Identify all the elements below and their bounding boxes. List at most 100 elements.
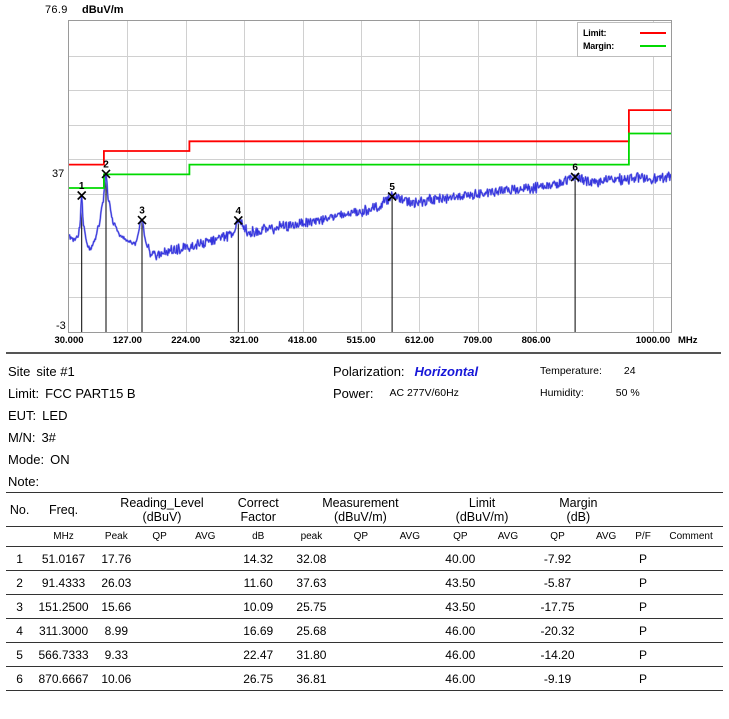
cell-lqp: 46.00 (434, 642, 487, 667)
cell-lavg (486, 546, 530, 571)
cell-qp (138, 546, 181, 571)
info-limit-value: FCC PART15 B (45, 385, 136, 401)
table-group-header-row: No. Freq. Reading_Level (dBuV) Correct F… (6, 492, 723, 527)
info-temperature-label: Temperature: (540, 365, 602, 377)
y-axis-max-label: 76.9 (45, 4, 68, 16)
chart-legend: Limit: Margin: (577, 22, 671, 57)
cell-lavg (486, 618, 530, 643)
cell-mpeak: 25.68 (286, 618, 337, 643)
table-row[interactable]: 4 311.3000 8.99 16.69 25.68 46.00 -20.32 P (6, 618, 723, 643)
plot-canvas: 1 2 3 4 5 6 (69, 21, 671, 332)
table-row[interactable]: 3 151.2500 15.66 10.09 25.75 43.50 -17.75 P (6, 594, 723, 619)
cell-peak: 17.76 (93, 546, 139, 571)
info-note: Note: (8, 470, 136, 492)
cell-gqp: -17.75 (529, 594, 586, 619)
header-margin-line2: (dB) (566, 509, 591, 524)
cell-avg (180, 618, 231, 643)
info-eut-label: EUT: (8, 407, 37, 423)
cell-lqp: 46.00 (434, 666, 487, 691)
legend-item-margin: Margin: (583, 39, 666, 52)
info-mode: Mode: ON (8, 448, 136, 470)
table-row[interactable]: 6 870.6667 10.06 26.75 36.81 46.00 -9.19 P (6, 666, 723, 691)
cell-freq: 91.4333 (33, 570, 94, 595)
sub-header-cell: AVG (385, 526, 435, 547)
cell-no: 6 (6, 666, 34, 691)
cell-gavg (585, 594, 627, 619)
info-polarization-value: Horizontal (414, 363, 479, 379)
legend-label-limit: Limit: (583, 27, 607, 38)
cell-pf: P (626, 642, 660, 667)
info-temperature-value: 24 (623, 365, 636, 377)
cell-mavg (385, 546, 435, 571)
table-row[interactable]: 2 91.4333 26.03 11.60 37.63 43.50 -5.87 P (6, 570, 723, 595)
cell-qp (138, 618, 181, 643)
cell-no: 2 (6, 570, 34, 595)
cell-lavg (486, 666, 530, 691)
cell-peak: 8.99 (93, 618, 139, 643)
results-table: No. Freq. Reading_Level (dBuV) Correct F… (6, 492, 723, 691)
cell-qp (138, 666, 181, 691)
info-column-right: Temperature: 24 Humidity: 50 % (540, 360, 640, 404)
cell-comment (659, 570, 723, 595)
svg-text:4: 4 (236, 206, 242, 217)
info-power-value: AC 277V/60Hz (389, 387, 459, 399)
sub-header-cell: QP (336, 526, 386, 547)
cell-peak: 15.66 (93, 594, 139, 619)
cell-peak: 10.06 (93, 666, 139, 691)
info-site: Site site #1 (8, 360, 136, 382)
table-row[interactable]: 1 51.0167 17.76 14.32 32.08 40.00 -7.92 P (6, 546, 723, 571)
sub-header-cell: QP (434, 526, 487, 547)
cell-gavg (585, 642, 627, 667)
x-tick-label: 321.00 (229, 335, 259, 346)
cell-lavg (486, 642, 530, 667)
info-power: Power: AC 277V/60Hz (333, 382, 478, 404)
x-axis-unit-label: MHz (678, 335, 698, 346)
info-site-value: site #1 (36, 363, 75, 379)
y-axis-min-label: -3 (56, 320, 66, 332)
cell-avg (180, 666, 231, 691)
header-measurement: Measurement (dBuV/m) (286, 492, 435, 527)
cell-mqp (336, 642, 386, 667)
header-margin-line1: Margin (559, 495, 598, 510)
info-humidity-value: 50 % (615, 387, 640, 399)
cell-no: 1 (6, 546, 34, 571)
cell-freq: 151.2500 (33, 594, 94, 619)
cell-comment (659, 666, 723, 691)
cell-cf: 10.09 (230, 594, 287, 619)
header-correct-factor: Correct Factor (230, 492, 287, 527)
info-limit-label: Limit: (8, 385, 40, 401)
cell-pf: P (626, 546, 660, 571)
cell-lqp: 46.00 (434, 618, 487, 643)
svg-text:3: 3 (139, 206, 145, 217)
cell-gqp: -9.19 (529, 666, 586, 691)
sub-header-cell: Peak (93, 526, 139, 547)
x-tick-label: 30.000 (54, 335, 84, 346)
test-info-panel: Site site #1 Limit: FCC PART15 B EUT: LE… (0, 354, 729, 489)
header-no: No. (6, 492, 34, 527)
x-tick-label: 709.00 (463, 335, 493, 346)
cell-gavg (585, 570, 627, 595)
y-axis-unit-label: dBuV/m (82, 4, 124, 16)
cell-mqp (336, 546, 386, 571)
legend-label-margin: Margin: (583, 40, 615, 51)
cell-pf: P (626, 594, 660, 619)
cell-cf: 22.47 (230, 642, 287, 667)
cell-pf: P (626, 570, 660, 595)
header-correct-factor-line1: Correct (237, 495, 279, 510)
cell-no: 3 (6, 594, 34, 619)
header-margin: Margin (dB) (529, 492, 627, 527)
cell-mavg (385, 570, 435, 595)
sub-header-cell: AVG (180, 526, 231, 547)
cell-mqp (336, 666, 386, 691)
limit-line (69, 109, 671, 166)
svg-text:1: 1 (79, 181, 85, 192)
cell-lqp: 43.50 (434, 594, 487, 619)
cell-gavg (585, 618, 627, 643)
info-column-middle: Polarization: Horizontal Power: AC 277V/… (333, 360, 478, 404)
cell-mpeak: 32.08 (286, 546, 337, 571)
table-row[interactable]: 5 566.7333 9.33 22.47 31.80 46.00 -14.20 P (6, 642, 723, 667)
cell-freq: 311.3000 (33, 618, 94, 643)
sub-header-cell: MHz (33, 526, 94, 547)
table-sub-header-row: MHz Peak QP AVG dB peak QP AVG QP AVG QP AVG P/F Comm… (6, 526, 723, 547)
header-limit: Limit (dBuV/m) (434, 492, 530, 527)
